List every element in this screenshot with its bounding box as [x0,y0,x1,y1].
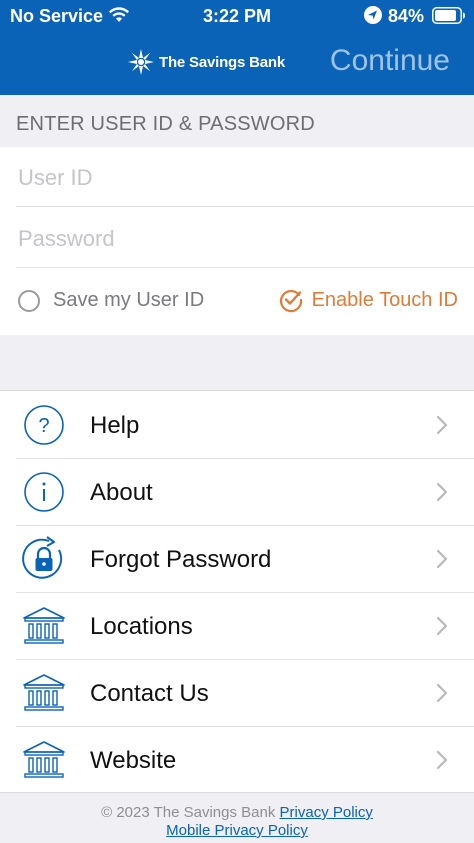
enable-touch-id-label: Enable Touch ID [311,288,458,311]
chevron-right-icon [436,415,448,435]
chevron-right-icon [436,616,448,636]
password-input[interactable] [16,208,460,270]
menu-item-label: Locations [90,613,193,640]
menu-item-label: Contact Us [90,680,209,707]
user-id-input[interactable] [16,147,460,209]
bank-icon [23,674,65,711]
battery-percent: 84% [388,6,425,26]
location-arrow-icon [364,6,382,29]
save-user-id-label: Save my User ID [53,289,205,311]
continue-button[interactable]: Continue [330,44,450,78]
bank-icon [23,607,65,644]
sunburst-logo-icon [128,49,154,75]
footer-line: © 2023 The Savings Bank Privacy Policy [0,804,474,822]
chevron-right-icon [436,549,448,569]
divider [16,267,474,268]
divider [16,206,474,207]
user-id-field-row [0,147,474,209]
menu-item-website[interactable]: Website [0,727,474,793]
menu-item-label: About [90,479,153,506]
copyright-text: © 2023 The Savings Bank [101,804,276,821]
battery-icon [432,7,466,29]
radio-button[interactable] [18,289,40,312]
menu-item-label: Forgot Password [90,546,272,573]
question-icon: ? [24,405,64,445]
login-form: Save my User ID Enable Touch ID [0,147,474,335]
menu-item-contact-us[interactable]: Contact Us [0,660,474,726]
status-bar: No Service 3:22 PM 84% [0,0,474,32]
footer-line: Mobile Privacy Policy [0,822,474,840]
app-header: No Service 3:22 PM 84% The Savings Bank … [0,0,474,95]
menu-item-forgot-password[interactable]: Forgot Password [0,526,474,592]
login-section-title: ENTER USER ID & PASSWORD [16,113,315,135]
mobile-privacy-policy-link[interactable]: Mobile Privacy Policy [166,822,308,839]
chevron-right-icon [436,482,448,502]
menu-list: ? Help About Forgot Password Locations C… [0,390,474,793]
menu-item-locations[interactable]: Locations [0,593,474,659]
menu-item-label: Help [90,412,140,439]
info-icon [24,472,64,512]
lock-refresh-icon [22,536,63,579]
menu-item-help[interactable]: ? Help [0,392,474,458]
bank-icon [23,741,65,778]
chevron-right-icon [436,750,448,770]
menu-item-label: Website [90,747,177,774]
footer: © 2023 The Savings Bank Privacy Policy M… [0,792,474,843]
checkmark-circle-icon [279,290,302,313]
brand-logo: The Savings Bank [127,47,285,77]
privacy-policy-link[interactable]: Privacy Policy [280,804,373,821]
svg-text:?: ? [38,415,49,437]
enable-touch-id-toggle[interactable]: Enable Touch ID [278,287,458,313]
menu-item-about[interactable]: About [0,459,474,525]
chevron-right-icon [436,683,448,703]
save-user-id-toggle[interactable]: Save my User ID [18,289,204,312]
brand-name: The Savings Bank [159,53,286,71]
password-field-row [0,208,474,270]
